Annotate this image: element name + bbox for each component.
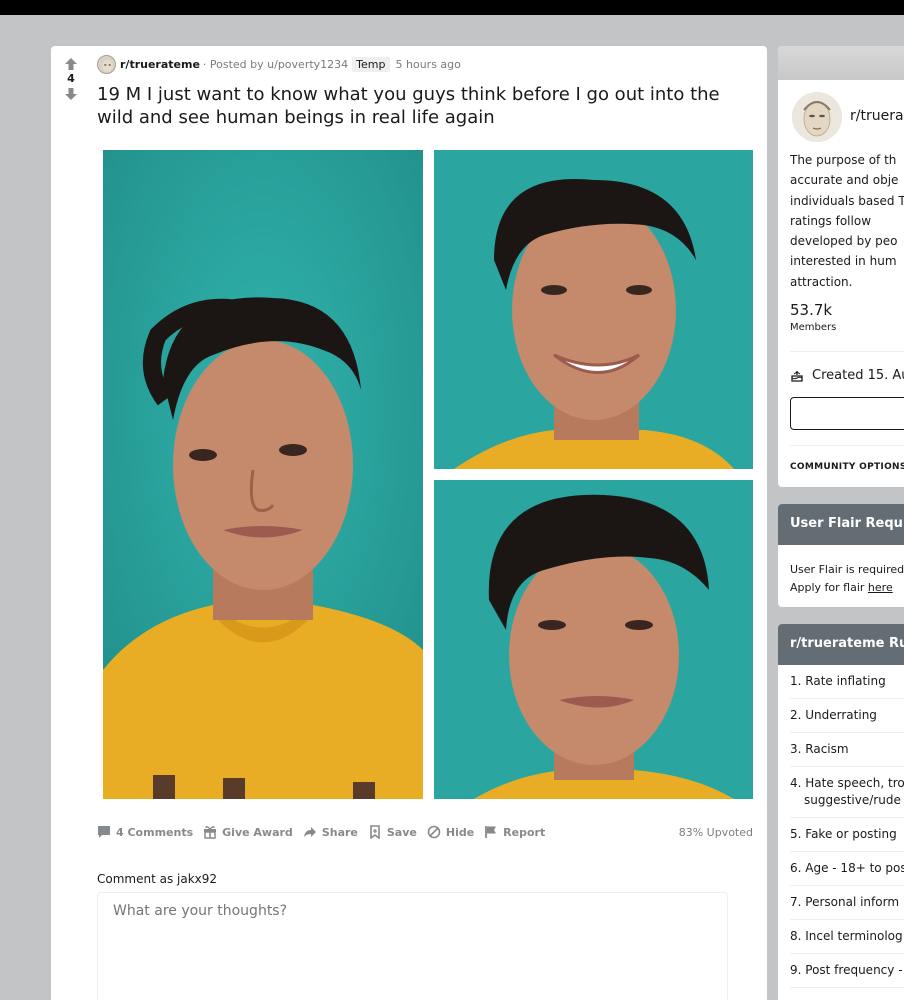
members-count: 53.7k <box>790 301 833 319</box>
community-options-toggle[interactable]: COMMUNITY OPTIONS <box>790 462 904 472</box>
apply-for-flair-line: Apply for flair here <box>790 579 904 597</box>
community-avatar-icon[interactable] <box>792 92 842 142</box>
comment-input[interactable] <box>97 892 728 1000</box>
user-flair-widget: User Flair Requir User Flair is required… <box>778 504 904 607</box>
gift-icon <box>204 826 217 839</box>
report-label: Report <box>503 825 546 839</box>
save-button[interactable]: Save <box>368 825 417 839</box>
community-banner <box>778 46 904 80</box>
community-rules-widget: r/truerateme Rul 1. Rate inflating 2. Un… <box>778 624 904 1000</box>
share-arrow-icon <box>303 827 316 837</box>
give-award-label: Give Award <box>222 825 293 839</box>
post-title[interactable]: 19 M I just want to know what you guys t… <box>97 83 757 129</box>
rule-item[interactable]: 4. Hate speech, tro suggestive/rude <box>790 767 904 818</box>
flag-icon <box>485 826 497 838</box>
rule-item[interactable]: 9. Post frequency - <box>790 954 904 988</box>
subreddit-avatar-icon[interactable] <box>97 54 116 74</box>
comment-icon <box>98 826 110 838</box>
comments-button[interactable]: 4 Comments <box>97 825 193 839</box>
apply-for-flair-link[interactable]: here <box>868 581 893 594</box>
save-label: Save <box>386 825 417 839</box>
post-card: 4 r/truerateme · Posted by u/poverty1234… <box>51 46 767 1000</box>
rule-item[interactable]: 6. Age - 18+ to pos <box>790 852 904 886</box>
posted-by-user[interactable]: · Posted by u/poverty1234 <box>203 58 348 71</box>
cake-icon <box>791 370 803 382</box>
portrait-photo-close-up[interactable] <box>434 480 753 799</box>
created-date-text: Created 15. Au <box>812 368 904 383</box>
share-label: Share <box>321 825 358 839</box>
post-meta: r/truerateme · Posted by u/poverty1234 T… <box>97 54 461 74</box>
rule-item-line: suggestive/rude <box>804 793 901 807</box>
rule-item[interactable]: 2. Underrating <box>790 699 904 733</box>
created-date: Created 15. Au <box>790 368 904 383</box>
share-button[interactable]: Share <box>303 825 358 839</box>
rule-item[interactable]: 8. Incel terminolog <box>790 920 904 954</box>
rule-item[interactable]: 3. Racism <box>790 733 904 767</box>
portrait-photo-neutral[interactable] <box>103 150 423 799</box>
comment-as-label: Comment as jakx92 <box>97 872 218 886</box>
browser-top-bar <box>0 0 904 15</box>
about-community-widget: r/truera The purpose of th accurate and … <box>778 46 904 487</box>
bookmark-icon <box>370 825 380 839</box>
comments-label: 4 Comments <box>116 825 194 839</box>
upvote-arrow-icon[interactable] <box>61 56 81 72</box>
user-flair-badge: Temp <box>352 56 390 72</box>
community-description: The purpose of th accurate and obje indi… <box>790 153 904 289</box>
members-label: Members <box>790 322 837 333</box>
hide-label: Hide <box>445 825 475 839</box>
user-flair-widget-title: User Flair Requir <box>778 504 904 545</box>
report-button[interactable]: Report <box>484 825 545 839</box>
rule-item[interactable]: 5. Fake or posting <box>790 818 904 852</box>
post-timestamp[interactable]: 5 hours ago <box>396 58 461 71</box>
upvote-ratio: 83% Upvoted <box>678 825 753 839</box>
rule-item[interactable]: 7. Personal inform <box>790 886 904 920</box>
vote-score: 4 <box>67 72 75 85</box>
rules-widget-title: r/truerateme Rul <box>778 624 904 665</box>
user-flair-required-text: User Flair is required <box>790 563 904 576</box>
community-name[interactable]: r/truera <box>850 108 904 124</box>
divider <box>790 445 904 446</box>
divider <box>790 351 904 352</box>
subreddit-link[interactable]: r/truerateme <box>120 58 200 71</box>
portrait-photo-smiling[interactable] <box>434 150 753 469</box>
vote-column: 4 <box>61 56 81 102</box>
downvote-arrow-icon[interactable] <box>61 86 81 102</box>
user-flair-widget-body: User Flair is required Apply for flair h… <box>778 545 904 597</box>
post-action-bar: 4 Comments Give Award Share Save Hide Re… <box>97 822 753 842</box>
hide-button[interactable]: Hide <box>427 825 474 839</box>
rule-item[interactable]: 1. Rate inflating <box>790 665 904 699</box>
give-award-button[interactable]: Give Award <box>203 825 293 839</box>
post-image-gallery[interactable] <box>103 150 753 799</box>
join-community-button[interactable] <box>790 397 904 430</box>
apply-for-flair-text: Apply for flair <box>790 581 868 594</box>
hide-circle-slash-icon <box>427 825 441 839</box>
rule-item-line: 4. Hate speech, tro <box>790 776 904 790</box>
